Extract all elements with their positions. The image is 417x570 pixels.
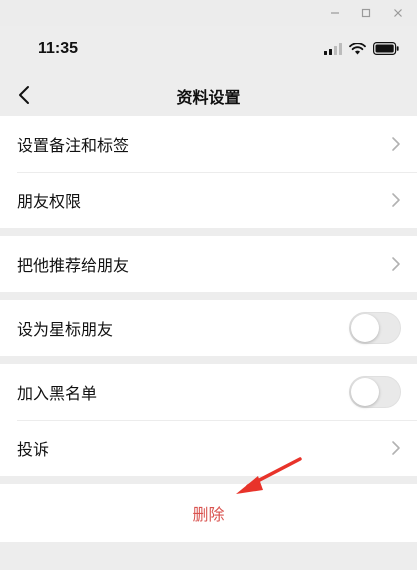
status-time: 11:35 bbox=[38, 40, 79, 57]
window-close-icon[interactable] bbox=[390, 5, 406, 21]
window-maximize-icon[interactable] bbox=[358, 5, 374, 21]
signal-icon bbox=[324, 40, 342, 59]
nav-bar: 资料设置 bbox=[0, 74, 417, 116]
delete-button[interactable]: 删除 bbox=[0, 484, 417, 542]
status-icons bbox=[324, 40, 399, 59]
window-minimize-icon[interactable] bbox=[327, 5, 343, 21]
battery-icon bbox=[373, 40, 399, 59]
page-title: 资料设置 bbox=[176, 88, 241, 107]
row-report[interactable]: 投诉 bbox=[0, 420, 417, 476]
settings-group-block: 加入黑名单 投诉 bbox=[0, 364, 417, 476]
row-label: 设置备注和标签 bbox=[17, 136, 130, 155]
toggle-knob bbox=[351, 314, 379, 342]
delete-label: 删除 bbox=[192, 505, 225, 524]
blacklist-toggle[interactable] bbox=[349, 376, 401, 408]
settings-group-remarks: 设置备注和标签 朋友权限 bbox=[0, 116, 417, 228]
chevron-right-icon bbox=[392, 257, 400, 271]
toggle-knob bbox=[351, 378, 379, 406]
chevron-right-icon bbox=[392, 137, 400, 151]
row-star-friend: 设为星标朋友 bbox=[0, 300, 417, 356]
chevron-right-icon bbox=[392, 193, 400, 207]
row-label: 加入黑名单 bbox=[17, 384, 98, 403]
row-label: 投诉 bbox=[17, 440, 50, 459]
star-friend-toggle[interactable] bbox=[349, 312, 401, 344]
row-friend-permissions[interactable]: 朋友权限 bbox=[0, 172, 417, 228]
row-label: 设为星标朋友 bbox=[17, 320, 114, 339]
wifi-icon bbox=[349, 40, 366, 59]
row-set-remarks-and-tags[interactable]: 设置备注和标签 bbox=[0, 116, 417, 172]
row-label: 把他推荐给朋友 bbox=[17, 256, 130, 275]
window-title-bar bbox=[0, 0, 417, 26]
row-recommend-to-friends[interactable]: 把他推荐给朋友 bbox=[0, 236, 417, 292]
settings-group-recommend: 把他推荐给朋友 bbox=[0, 236, 417, 292]
row-label: 朋友权限 bbox=[17, 192, 82, 211]
row-add-to-blacklist: 加入黑名单 bbox=[0, 364, 417, 420]
status-bar: 11:35 bbox=[0, 26, 417, 74]
settings-group-star: 设为星标朋友 bbox=[0, 300, 417, 356]
chevron-right-icon bbox=[392, 441, 400, 455]
